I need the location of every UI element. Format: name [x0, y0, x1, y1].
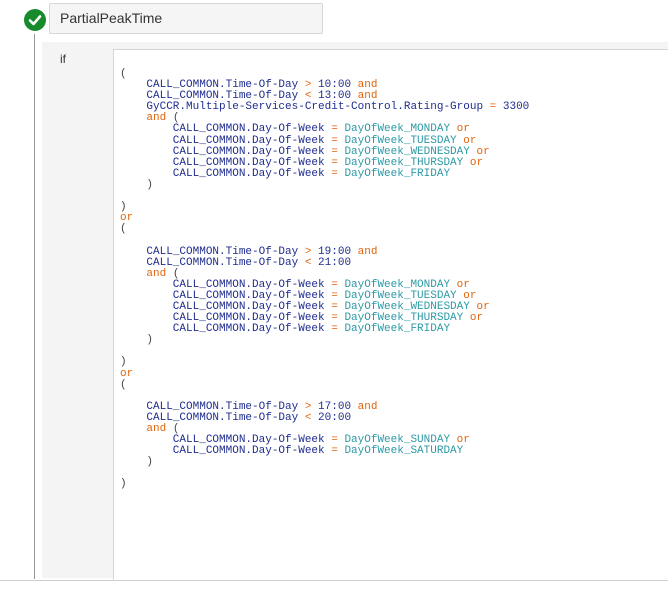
code-token: =: [331, 323, 338, 336]
code-line: (: [120, 378, 529, 391]
code-token: (: [120, 378, 127, 391]
code-token: and: [357, 245, 378, 258]
code-line: ): [120, 457, 529, 468]
code-line: ): [120, 202, 529, 213]
code-line: CALL_COMMON.Time-Of-Day < 21:00: [120, 256, 529, 269]
code-token: DayOfWeek_FRIDAY: [337, 167, 451, 180]
expression-editor[interactable]: ( CALL_COMMON.Time-Of-Day > 10:00 and CA…: [113, 49, 668, 581]
code-token: 20:00: [311, 411, 352, 424]
code-token: =: [331, 167, 338, 180]
code-line: CALL_COMMON.Time-Of-Day < 20:00: [120, 411, 529, 424]
code-line: ): [120, 178, 529, 191]
code-line: ): [120, 357, 529, 368]
code-line: ): [120, 479, 529, 490]
code-token: DayOfWeek_FRIDAY: [337, 323, 451, 336]
code-token: 3300: [496, 101, 530, 114]
code-token: ): [120, 478, 127, 491]
if-label: if: [60, 52, 66, 66]
code-token: 21:00: [311, 256, 352, 269]
code-token: ): [120, 334, 154, 347]
code-token: and: [357, 400, 378, 413]
code-token: DayOfWeek_SATURDAY: [337, 445, 464, 458]
code-content[interactable]: ( CALL_COMMON.Time-Of-Day > 10:00 and CA…: [120, 68, 529, 491]
code-line: (: [120, 224, 529, 235]
code-line: CALL_COMMON.Day-Of-Week = DayOfWeek_SATU…: [120, 446, 529, 457]
code-line: ): [120, 335, 529, 346]
code-token: (: [120, 223, 127, 236]
code-line: or: [120, 213, 529, 224]
checkmark-icon: [28, 15, 42, 26]
code-line: or: [120, 368, 529, 380]
code-line: CALL_COMMON.Day-Of-Week = DayOfWeek_FRID…: [120, 324, 529, 335]
code-token: =: [331, 445, 338, 458]
code-line: GyCCR.Multiple-Services-Credit-Control.R…: [120, 102, 529, 113]
code-line: CALL_COMMON.Day-Of-Week = DayOfWeek_FRID…: [120, 167, 529, 180]
code-token: or: [469, 312, 484, 325]
code-token: or: [469, 156, 484, 169]
code-token: ): [120, 456, 154, 469]
check-circle-icon: [24, 9, 46, 31]
code-token: ): [120, 178, 154, 191]
bottom-divider: [0, 580, 668, 581]
condition-name-field[interactable]: PartialPeakTime: [49, 3, 323, 34]
tree-connector-line: [34, 34, 35, 579]
